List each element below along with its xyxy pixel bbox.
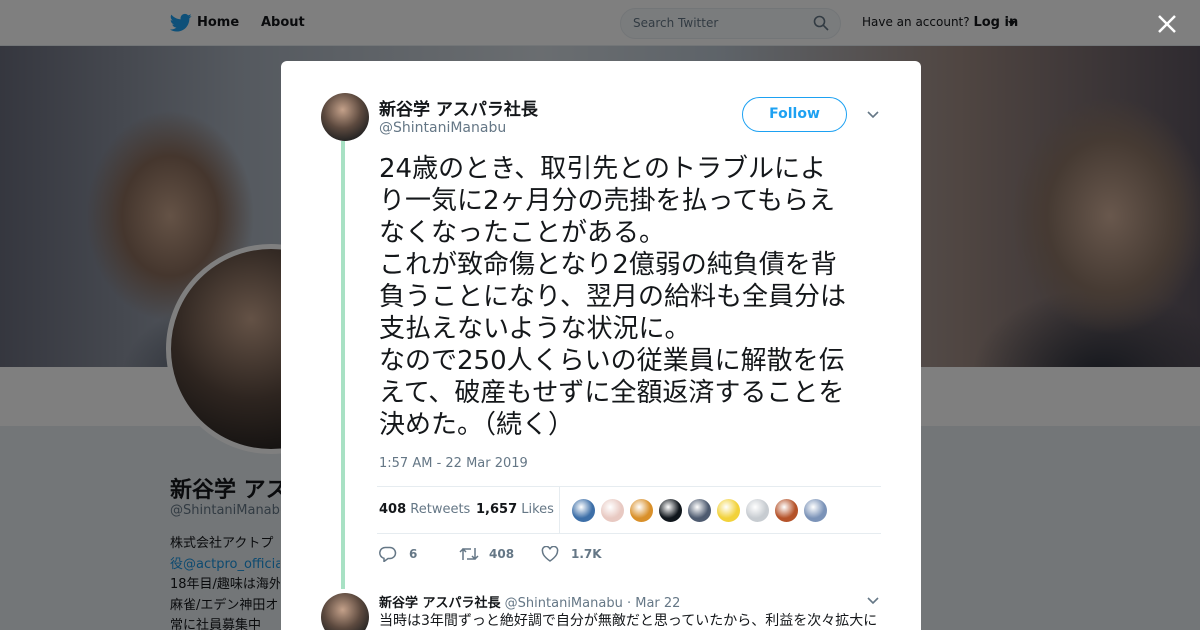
- tweet-stats: 408 Retweets 1,657 Likes: [377, 486, 881, 534]
- avatar[interactable]: [321, 93, 369, 141]
- close-icon[interactable]: [1156, 13, 1178, 35]
- chevron-down-icon[interactable]: [867, 597, 879, 605]
- liker-avatar[interactable]: [600, 498, 625, 523]
- reply-date[interactable]: Mar 22: [635, 596, 680, 611]
- liker-avatar[interactable]: [687, 498, 712, 523]
- likes-count: 1,657: [476, 502, 518, 517]
- liker-avatar[interactable]: [745, 498, 770, 523]
- retweets-stat[interactable]: 408 Retweets: [379, 502, 470, 517]
- liker-avatar[interactable]: [774, 498, 799, 523]
- retweet-count: 408: [489, 547, 515, 561]
- liker-avatar[interactable]: [629, 498, 654, 523]
- reply-author-name[interactable]: 新谷学 アスパラ社長: [379, 596, 501, 611]
- chevron-down-icon[interactable]: [867, 111, 879, 119]
- tweet-permalink-modal: 新谷学 アスパラ社長 @ShintaniManabu Follow 24歳のとき…: [281, 61, 921, 630]
- likes-label: Likes: [521, 502, 554, 517]
- liker-avatar[interactable]: [658, 498, 683, 523]
- reply-text: 当時は3年間ずっと絶好調で自分が無敵だと思っていたから、利益を次々拡大に: [379, 613, 878, 629]
- retweets-label: Retweets: [410, 502, 471, 517]
- heart-icon: [541, 546, 559, 562]
- stats-divider: [559, 487, 560, 534]
- tweet-timestamp[interactable]: 1:57 AM - 22 Mar 2019: [379, 456, 528, 471]
- liker-avatar[interactable]: [716, 498, 741, 523]
- retweet-icon: [459, 547, 479, 561]
- reply-header: 新谷学 アスパラ社長 @ShintaniManabu · Mar 22: [379, 592, 680, 611]
- likes-stat[interactable]: 1,657 Likes: [476, 502, 554, 517]
- reply-author-handle[interactable]: @ShintaniManabu: [505, 596, 623, 611]
- tweet-text: 24歳のとき、取引先とのトラブルによ り一気に2ヶ月分の売掛を払ってもらえ なく…: [379, 154, 846, 440]
- liker-avatar[interactable]: [571, 498, 596, 523]
- reply-icon: [379, 546, 397, 562]
- avatar[interactable]: [321, 593, 369, 630]
- liker-avatar[interactable]: [803, 498, 828, 523]
- follow-button[interactable]: Follow: [742, 97, 847, 132]
- reply-count: 6: [409, 547, 418, 561]
- tweet-author-handle[interactable]: @ShintaniManabu: [379, 120, 506, 136]
- like-count: 1.7K: [571, 547, 602, 561]
- tweet-author-name[interactable]: 新谷学 アスパラ社長: [379, 95, 538, 120]
- reply-separator: ·: [626, 596, 632, 611]
- retweets-count: 408: [379, 502, 407, 517]
- thread-connector-line: [341, 141, 345, 589]
